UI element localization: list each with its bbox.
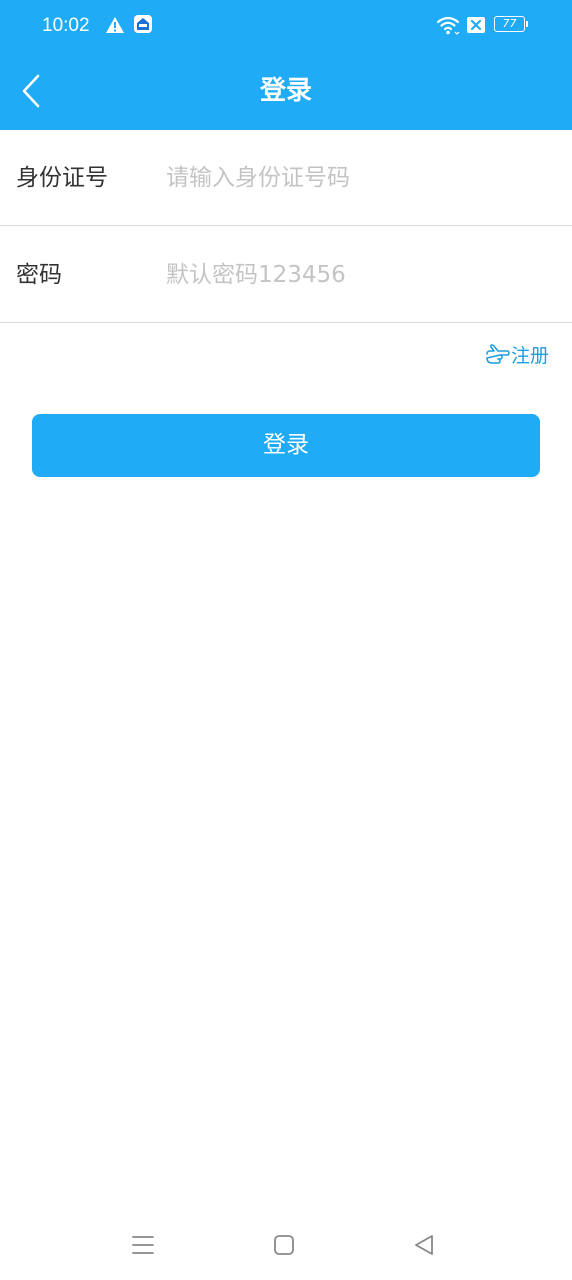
login-button[interactable]: 登录 bbox=[32, 414, 540, 477]
password-label: 密码 bbox=[16, 262, 62, 288]
home-square-icon[interactable] bbox=[269, 1230, 299, 1260]
password-input[interactable] bbox=[166, 251, 546, 299]
status-time: 10:02 bbox=[42, 15, 90, 36]
menu-icon[interactable] bbox=[128, 1230, 158, 1260]
id-number-label: 身份证号 bbox=[16, 165, 108, 191]
navigation-bar bbox=[0, 1214, 572, 1280]
page-title: 登录 bbox=[259, 76, 312, 106]
password-row: 密码 bbox=[0, 227, 572, 323]
battery-icon: 77 bbox=[494, 16, 528, 34]
status-bar: 10:02 77 bbox=[0, 0, 572, 52]
chevron-left-icon[interactable] bbox=[12, 70, 52, 112]
app-notification-icon bbox=[134, 15, 152, 33]
register-label: 注册 bbox=[511, 344, 550, 367]
back-triangle-icon[interactable] bbox=[410, 1230, 440, 1260]
id-number-row: 身份证号 bbox=[0, 130, 572, 226]
battery-level: 77 bbox=[502, 17, 517, 30]
id-number-input[interactable] bbox=[166, 154, 546, 202]
sim-icon bbox=[467, 17, 485, 33]
header: 登录 bbox=[0, 52, 572, 130]
warning-icon bbox=[106, 17, 124, 33]
register-link[interactable]: 注册 bbox=[484, 340, 549, 368]
wifi-icon bbox=[436, 16, 460, 35]
pointing-hand-icon bbox=[486, 344, 510, 364]
